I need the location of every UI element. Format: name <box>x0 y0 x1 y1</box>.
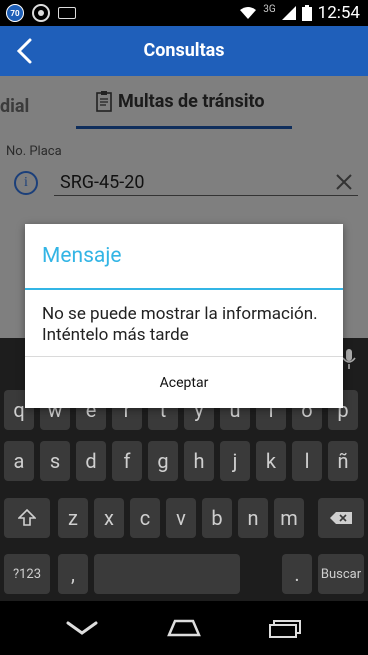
clipboard-icon <box>96 91 112 112</box>
tab-bar: dial Multas de tránsito <box>0 76 368 130</box>
key-z[interactable]: z <box>58 498 88 538</box>
signal-icon <box>281 6 296 20</box>
key-f[interactable]: f <box>112 441 142 481</box>
shift-icon <box>18 509 36 526</box>
tab-left-partial[interactable]: dial <box>0 96 29 117</box>
battery-icon <box>301 5 312 21</box>
info-icon[interactable]: i <box>14 171 38 195</box>
key-d[interactable]: d <box>76 441 106 481</box>
symbols-key[interactable]: ?123 <box>4 554 50 594</box>
dialog-message: No se puede mostrar la información. Inté… <box>42 304 318 345</box>
dialog-title-divider <box>25 288 343 290</box>
nav-recents-icon[interactable] <box>268 619 302 639</box>
backspace-icon <box>330 512 352 524</box>
status-bar: 70 3G 12:54 <box>0 0 368 26</box>
key-k[interactable]: k <box>256 441 286 481</box>
key-g[interactable]: g <box>148 441 178 481</box>
navigation-bar <box>0 601 368 655</box>
key-a[interactable]: a <box>4 441 34 481</box>
comma-key[interactable]: , <box>58 554 88 594</box>
wifi-icon <box>240 7 257 19</box>
tab-multas-transito[interactable]: Multas de tránsito <box>96 90 265 112</box>
key-n-tilde[interactable]: ñ <box>328 441 358 481</box>
clock: 12:54 <box>317 3 360 23</box>
status-right: 3G 12:54 <box>239 3 360 23</box>
search-key[interactable]: Buscar <box>318 554 364 594</box>
nav-back-icon[interactable] <box>64 619 100 637</box>
key-x[interactable]: x <box>94 498 124 538</box>
period-key[interactable]: . <box>282 554 312 594</box>
key-j[interactable]: j <box>220 441 250 481</box>
space-key[interactable] <box>94 554 240 594</box>
tab-multas-label: Multas de tránsito <box>118 90 265 112</box>
chrome-icon <box>32 4 50 22</box>
key-l[interactable]: l <box>292 441 322 481</box>
shift-key[interactable] <box>4 498 50 538</box>
plate-input[interactable]: SRG-45-20 <box>54 166 358 196</box>
backspace-key[interactable] <box>318 498 364 538</box>
key-b[interactable]: b <box>202 498 232 538</box>
network-type: 3G <box>263 3 276 15</box>
key-m[interactable]: m <box>274 498 304 538</box>
clear-icon[interactable] <box>334 172 354 192</box>
message-dialog: Mensaje No se puede mostrar la informaci… <box>25 224 343 408</box>
status-left: 70 <box>6 4 76 22</box>
keyboard-icon <box>58 7 76 19</box>
app-bar: Consultas <box>0 26 368 76</box>
page-title: Consultas <box>143 40 225 61</box>
key-h[interactable]: h <box>184 441 214 481</box>
microphone-icon[interactable] <box>342 348 356 370</box>
screen: 70 3G 12:54 Consultas dial Multas de trá… <box>0 0 368 655</box>
tab-underline <box>76 126 292 129</box>
key-s[interactable]: s <box>40 441 70 481</box>
nav-home-icon[interactable] <box>165 617 203 639</box>
dialog-title: Mensaje <box>42 244 122 268</box>
key-v[interactable]: v <box>166 498 196 538</box>
notification-badge-icon: 70 <box>6 4 24 22</box>
key-n[interactable]: n <box>238 498 268 538</box>
key-c[interactable]: c <box>130 498 160 538</box>
placa-label: No. Placa <box>6 144 62 159</box>
accept-button[interactable]: Aceptar <box>25 357 343 408</box>
